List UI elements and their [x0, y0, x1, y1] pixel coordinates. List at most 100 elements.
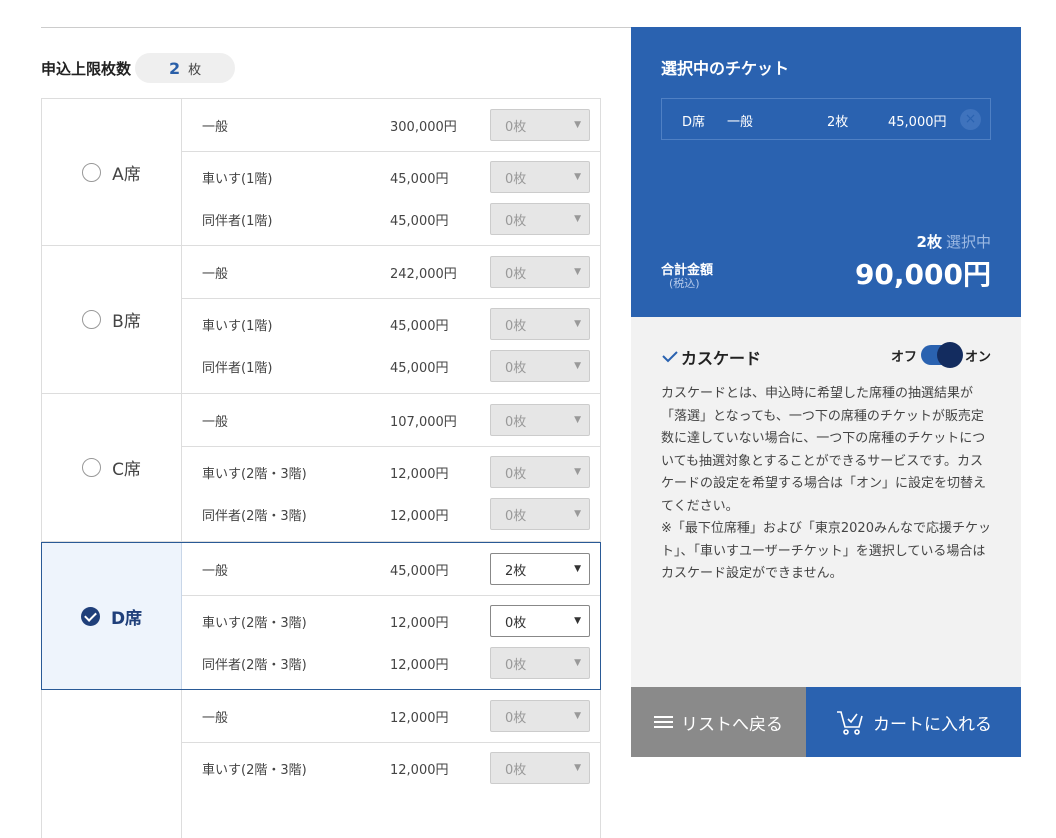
quantity-value: 0枚: [505, 171, 527, 187]
dropdown-arrow-icon: ▼: [574, 509, 581, 519]
toggle-knob[interactable]: [936, 342, 963, 368]
ticket-seat: D席: [682, 115, 706, 130]
cart-icon: [837, 711, 863, 735]
seat-table: A席 一般 300,000円 0枚 ▼ 車いす(1階) 45,000円 0枚 ▼ 同…: [41, 98, 601, 838]
checked-radio-icon[interactable]: [80, 606, 100, 626]
ticket-row: 同伴者(2階・3階) 12,000円 0枚 ▼: [182, 642, 600, 684]
count-value: 2枚: [916, 233, 942, 251]
seat-option-e[interactable]: [42, 690, 182, 838]
limit-badge: 2 枚: [135, 53, 236, 83]
quantity-value: 0枚: [505, 318, 527, 334]
selection-count: 2枚 選択中: [917, 231, 991, 252]
selected-tickets-panel: 選択中のチケット D席 一般 2枚 45,000円 × 2枚 選択中 合計金額 (…: [631, 27, 1021, 317]
quantity-value: 0枚: [505, 466, 527, 482]
back-to-list-button[interactable]: リストへ戻る: [631, 687, 806, 757]
ticket-row: 車いす(1階) 45,000円 0枚 ▼: [182, 156, 600, 198]
radio-icon[interactable]: [82, 310, 102, 329]
quantity-select[interactable]: 0枚 ▼: [490, 700, 590, 732]
dropdown-arrow-icon: ▼: [574, 711, 581, 721]
seat-option-a[interactable]: A席: [42, 99, 182, 245]
dropdown-arrow-icon: ▼: [574, 319, 581, 329]
ticket-type: 同伴者(2階・3階): [202, 508, 307, 524]
menu-icon: [654, 715, 673, 729]
panel-title: 選択中のチケット: [661, 59, 790, 78]
row-divider: [182, 446, 600, 447]
cascade-title: カスケード: [681, 349, 762, 368]
ticket-type: 一般: [202, 710, 229, 726]
seat-group-d: D席 一般 45,000円 2枚 ▼ 車いす(2階・3階) 12,000円 0枚 ▼…: [41, 542, 601, 690]
quantity-select[interactable]: 0枚 ▼: [490, 350, 590, 382]
ticket-type: 車いす(2階・3階): [202, 466, 307, 482]
ticket-price: 107,000円: [390, 414, 457, 430]
seat-option-d[interactable]: D席: [42, 543, 182, 689]
ticket-price: 12,000円: [390, 657, 449, 673]
radio-icon[interactable]: [82, 162, 102, 182]
quantity-select[interactable]: 0枚 ▼: [490, 605, 590, 637]
quantity-value: 0枚: [505, 710, 527, 726]
row-divider: [182, 298, 600, 299]
dropdown-arrow-icon: ▼: [574, 658, 581, 668]
quantity-select[interactable]: 0枚 ▼: [490, 647, 590, 679]
ticket-type: 一般: [202, 563, 229, 579]
cascade-description: カスケードとは、申込時に希望した席種の抽選結果が「落選」となっても、一つ下の席種…: [661, 383, 993, 586]
add-to-cart-button[interactable]: カートに入れる: [806, 687, 1021, 757]
ticket-type: 同伴者(2階・3階): [202, 657, 307, 673]
ticket-count: 2枚: [827, 115, 849, 130]
cascade-toggle[interactable]: [920, 342, 963, 368]
back-button-label: リストへ戻る: [681, 714, 783, 735]
quantity-value: 0枚: [505, 508, 527, 524]
ticket-row: 同伴者(1階) 45,000円 0枚 ▼: [182, 198, 600, 240]
ticket-row: 一般 12,000円 0枚 ▼: [182, 695, 600, 737]
ticket-type: 一般: [202, 414, 229, 430]
ticket-type: 車いす(1階): [202, 318, 273, 334]
quantity-value: 0枚: [505, 360, 527, 376]
ticket-row: 一般 242,000円 0枚 ▼: [182, 251, 600, 293]
cascade-toggle-group: オフ オン: [891, 342, 991, 368]
dropdown-arrow-icon: ▼: [574, 564, 581, 574]
limit-value: 2: [168, 58, 181, 78]
radio-icon[interactable]: [82, 458, 102, 477]
seat-group-a: A席 一般 300,000円 0枚 ▼ 車いす(1階) 45,000円 0枚 ▼ 同…: [41, 98, 601, 246]
ticket-price: 12,000円: [390, 508, 449, 524]
seat-name: C席: [112, 460, 141, 480]
ticket-price: 242,000円: [390, 266, 457, 282]
row-divider: [182, 151, 600, 152]
ticket-row: 一般 300,000円 0枚 ▼: [182, 104, 600, 146]
seat-option-c[interactable]: C席: [42, 394, 182, 541]
dropdown-arrow-icon: ▼: [574, 267, 581, 277]
ticket-price: 12,000円: [390, 710, 449, 726]
ticket-price: 45,000円: [390, 318, 449, 334]
ticket-row: 車いす(2階・3階) 12,000円 0枚 ▼: [182, 451, 600, 493]
quantity-value: 0枚: [505, 615, 527, 631]
cart-button-label: カートに入れる: [873, 714, 992, 735]
ticket-price: 12,000円: [390, 762, 449, 778]
quantity-select[interactable]: 0枚 ▼: [490, 498, 590, 530]
cascade-note: ※「最下位席種」および「東京2020みんなで応援チケット」、「車いすユーザーチケ…: [661, 521, 991, 581]
quantity-select[interactable]: 0枚 ▼: [490, 456, 590, 488]
remove-ticket-button[interactable]: ×: [960, 109, 981, 130]
quantity-select[interactable]: 0枚 ▼: [490, 161, 590, 193]
quantity-select[interactable]: 0枚 ▼: [490, 256, 590, 288]
ticket-row: 同伴者(1階) 45,000円 0枚 ▼: [182, 345, 600, 387]
dropdown-arrow-icon: ▼: [574, 415, 581, 425]
ticket-type: 同伴者(1階): [202, 213, 273, 229]
quantity-select[interactable]: 0枚 ▼: [490, 404, 590, 436]
seat-name: D席: [110, 608, 143, 629]
ticket-row: 一般 45,000円 2枚 ▼: [182, 548, 600, 590]
dropdown-arrow-icon: ▼: [574, 467, 581, 477]
ticket-price: 300,000円: [390, 119, 457, 135]
quantity-select[interactable]: 0枚 ▼: [490, 203, 590, 235]
dropdown-arrow-icon: ▼: [574, 172, 581, 182]
quantity-select[interactable]: 0枚 ▼: [490, 308, 590, 340]
total-amount: 90,000円: [854, 258, 991, 291]
quantity-select[interactable]: 0枚 ▼: [490, 752, 590, 784]
quantity-select[interactable]: 2枚 ▼: [490, 553, 590, 585]
dropdown-arrow-icon: ▼: [574, 616, 581, 626]
seat-option-b[interactable]: B席: [42, 246, 182, 393]
ticket-price: 45,000円: [390, 171, 449, 187]
selected-ticket-item: D席 一般 2枚 45,000円 ×: [661, 98, 991, 140]
seat-name: A席: [112, 164, 141, 185]
quantity-select[interactable]: 0枚 ▼: [490, 109, 590, 141]
quantity-value: 2枚: [505, 563, 527, 579]
ticket-price: 45,000円: [390, 213, 449, 229]
